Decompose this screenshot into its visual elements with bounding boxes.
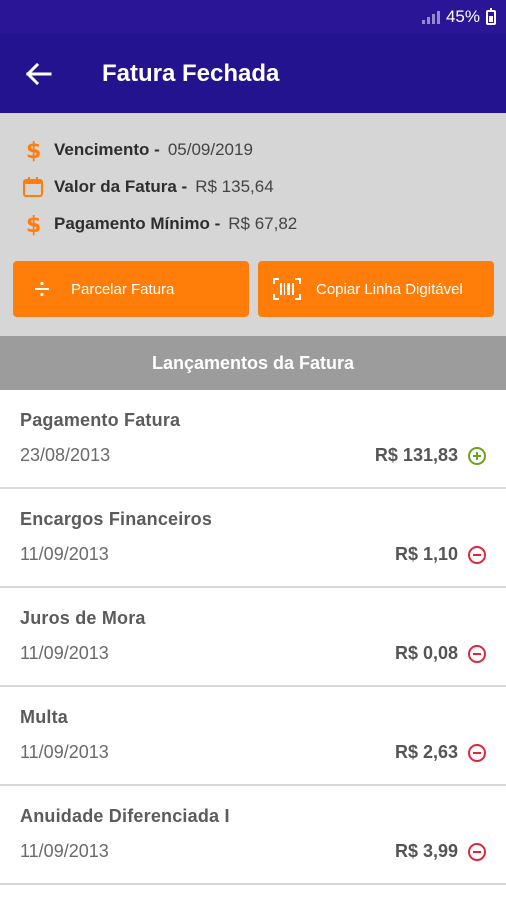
minimum-payment-row: $ Pagamento Mínimo - R$ 67,82 <box>0 205 506 242</box>
transaction-list: Pagamento Fatura 23/08/2013 R$ 131,83 En… <box>0 390 506 885</box>
page-title: Fatura Fechada <box>102 59 280 87</box>
plus-circle-icon <box>468 446 486 465</box>
minimum-payment-label: Pagamento Mínimo - <box>54 213 221 233</box>
transaction-date: 11/09/2013 <box>20 841 109 861</box>
svg-text:$: $ <box>26 213 40 236</box>
barcode-icon <box>258 278 316 300</box>
back-button[interactable] <box>0 34 78 113</box>
transaction-row[interactable]: Juros de Mora 11/09/2013 R$ 0,08 <box>0 588 506 687</box>
transaction-title: Juros de Mora <box>20 608 146 628</box>
divide-icon <box>13 281 71 297</box>
calendar-icon <box>22 176 44 197</box>
status-bar: 45% <box>0 0 506 34</box>
copiar-linha-digitavel-label: Copiar Linha Digitável <box>316 280 463 298</box>
minus-circle-icon <box>468 644 486 663</box>
transaction-title: Encargos Financeiros <box>20 509 213 529</box>
due-date-label: Vencimento - <box>54 139 160 159</box>
transaction-row[interactable]: Anuidade Diferenciada I 11/09/2013 R$ 3,… <box>0 786 506 885</box>
minus-circle-icon <box>468 842 486 861</box>
action-buttons: Parcelar Fatura Copiar Linha Digitável <box>13 261 494 317</box>
transaction-title: Multa <box>20 707 68 727</box>
battery-icon <box>486 7 496 25</box>
battery-percentage: 45% <box>445 7 480 26</box>
due-date-row: $ Vencimento - 05/09/2019 <box>0 131 506 168</box>
minus-circle-icon <box>468 743 486 762</box>
svg-text:$: $ <box>26 139 40 162</box>
invoice-value-row: Valor da Fatura - R$ 135,64 <box>0 168 506 205</box>
minimum-payment-value: R$ 67,82 <box>228 213 298 233</box>
signal-icon <box>421 10 440 24</box>
invoice-summary: $ Vencimento - 05/09/2019 Valor da Fatur… <box>0 113 506 336</box>
transaction-amount: R$ 3,99 <box>394 841 458 861</box>
app-bar: Fatura Fechada <box>0 34 506 113</box>
transaction-date: 23/08/2013 <box>20 445 111 465</box>
invoice-value-amount: R$ 135,64 <box>195 176 274 196</box>
parcelar-fatura-button[interactable]: Parcelar Fatura <box>13 261 249 317</box>
transaction-date: 11/09/2013 <box>20 643 109 663</box>
transaction-row[interactable]: Encargos Financeiros 11/09/2013 R$ 1,10 <box>0 489 506 588</box>
due-date-value: 05/09/2019 <box>167 139 253 159</box>
arrow-left-icon <box>26 62 52 85</box>
parcelar-fatura-label: Parcelar Fatura <box>71 280 175 298</box>
transaction-amount: R$ 1,10 <box>394 544 458 564</box>
dollar-icon: $ <box>22 138 44 162</box>
transaction-row[interactable]: Multa 11/09/2013 R$ 2,63 <box>0 687 506 786</box>
transaction-date: 11/09/2013 <box>20 544 109 564</box>
copiar-linha-digitavel-button[interactable]: Copiar Linha Digitável <box>258 261 494 317</box>
transaction-title: Pagamento Fatura <box>20 410 181 430</box>
transaction-row[interactable]: Pagamento Fatura 23/08/2013 R$ 131,83 <box>0 390 506 489</box>
transactions-header: Lançamentos da Fatura <box>0 336 506 390</box>
dollar-icon: $ <box>22 212 44 236</box>
transaction-amount: R$ 2,63 <box>394 742 458 762</box>
transaction-date: 11/09/2013 <box>20 742 109 762</box>
transaction-title: Anuidade Diferenciada I <box>20 806 230 826</box>
minus-circle-icon <box>468 545 486 564</box>
transaction-amount: R$ 131,83 <box>374 445 458 465</box>
transaction-amount: R$ 0,08 <box>394 643 458 663</box>
invoice-value-label: Valor da Fatura - <box>54 176 188 196</box>
